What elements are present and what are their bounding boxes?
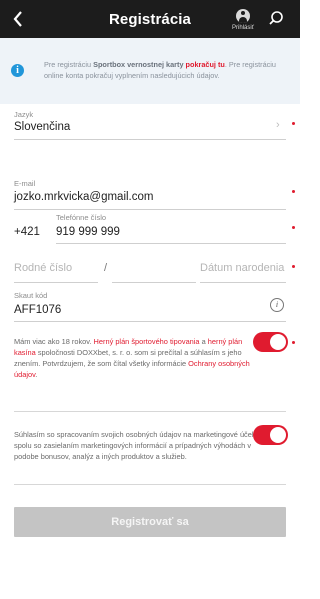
user-icon bbox=[236, 9, 250, 23]
divider bbox=[14, 411, 286, 412]
required-dot bbox=[292, 341, 295, 344]
sports-betting-plan-link[interactable]: Herný plán športového tipovania bbox=[94, 337, 200, 346]
required-dot bbox=[292, 265, 295, 268]
required-dot bbox=[292, 226, 295, 229]
email-underline bbox=[14, 209, 286, 210]
birth-separator: / bbox=[104, 262, 108, 274]
phone-field[interactable]: 919 999 999 bbox=[56, 226, 120, 238]
age-terms-toggle[interactable] bbox=[253, 332, 288, 352]
age-terms-consent-text: Mám viac ako 18 rokov. Herný plán športo… bbox=[14, 337, 250, 379]
birth-number-field[interactable]: Rodné číslo bbox=[14, 262, 72, 274]
header-bar: Registrácia Prihlásiť bbox=[0, 0, 300, 38]
info-text: Pre registráciu Sportbox vernostnej kart… bbox=[44, 60, 276, 80]
chevron-right-icon: › bbox=[276, 119, 280, 131]
scout-code-label: Skaut kód bbox=[14, 291, 48, 300]
email-field[interactable]: jozko.mrkvicka@gmail.com bbox=[14, 191, 153, 203]
language-label: Jazyk bbox=[14, 110, 34, 119]
phone-prefix[interactable]: +421 bbox=[14, 226, 40, 238]
toggle-knob bbox=[270, 334, 286, 350]
required-dot bbox=[292, 122, 295, 125]
info-icon: i bbox=[11, 64, 24, 77]
birth-date-field[interactable]: Dátum narodenia bbox=[200, 262, 284, 274]
login-label: Prihlásiť bbox=[232, 25, 254, 31]
marketing-consent-text: Súhlasím so spracovaním svojich osobných… bbox=[14, 430, 258, 461]
search-icon[interactable] bbox=[268, 10, 284, 26]
scout-info-icon[interactable]: i bbox=[270, 298, 284, 312]
birth-number-underline bbox=[14, 282, 98, 283]
login-button[interactable]: Prihlásiť bbox=[228, 9, 258, 31]
toggle-knob bbox=[270, 427, 286, 443]
phone-label: Telefónne číslo bbox=[56, 213, 107, 222]
birth-date-underline bbox=[200, 282, 286, 283]
email-label: E-mail bbox=[14, 179, 36, 188]
birth-suffix-underline bbox=[112, 282, 196, 283]
info-banner: i Pre registráciu Sportbox vernostnej ka… bbox=[0, 38, 300, 104]
language-underline bbox=[14, 139, 286, 140]
scout-code-field[interactable]: AFF1076 bbox=[14, 304, 61, 316]
scout-underline bbox=[14, 321, 286, 322]
language-select[interactable]: Slovenčina bbox=[14, 121, 70, 133]
marketing-toggle[interactable] bbox=[253, 425, 288, 445]
continue-here-link[interactable]: pokračuj tu bbox=[186, 60, 225, 69]
divider bbox=[14, 484, 286, 485]
register-button[interactable]: Registrovať sa bbox=[14, 507, 286, 537]
required-dot bbox=[292, 190, 295, 193]
phone-underline bbox=[56, 243, 286, 244]
